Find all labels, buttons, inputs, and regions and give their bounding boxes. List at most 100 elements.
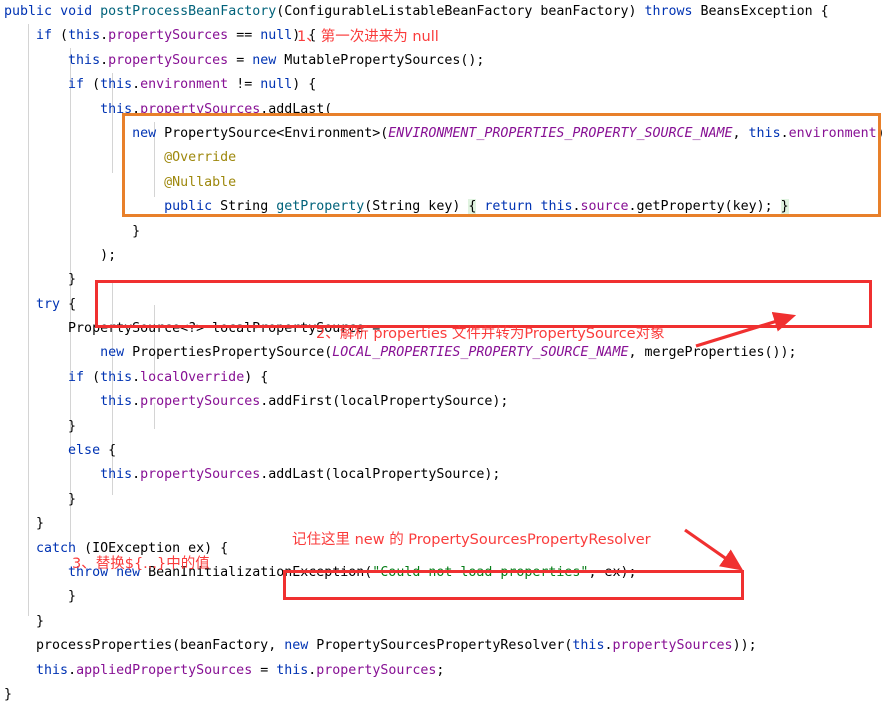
code-token: MutablePropertySources(); (276, 52, 485, 68)
code-token: { (60, 296, 77, 312)
code-token: propertySources (108, 52, 229, 68)
code-token: ); (100, 247, 117, 263)
code-token: new (284, 638, 309, 654)
code-token: . (132, 101, 141, 117)
code-token: .addLast( (260, 101, 333, 117)
code-token: getProperty (276, 199, 365, 215)
code-token: { (100, 443, 117, 459)
code-token: this (572, 638, 605, 654)
code-token: } (4, 686, 13, 702)
code-token: .getProperty(key); (628, 199, 781, 215)
code-token: else (68, 443, 101, 459)
code-line: } (0, 268, 889, 292)
code-token: appliedPropertySources (76, 662, 253, 678)
code-token: if (68, 369, 85, 385)
code-token: PropertySource<Environment>( (156, 125, 389, 141)
arrow-to-resolver-box (684, 528, 744, 571)
code-token: this (100, 369, 133, 385)
code-line: this.propertySources.addLast(localProper… (0, 463, 889, 487)
code-token: new (252, 52, 277, 68)
annotation-note-3: 3、替换${...}中的值 (72, 556, 210, 572)
code-token: void (60, 4, 93, 19)
code-token: null (260, 28, 293, 44)
code-line: new PropertySource<Environment>(ENVIRONM… (0, 122, 889, 146)
code-line: else { (0, 439, 889, 463)
code-token: BeansException { (692, 4, 829, 19)
annotation-note-2: 2、解析 properties 文件并转为PropertySource对象 (316, 326, 665, 342)
code-token: . (780, 125, 789, 141)
code-token: catch (36, 540, 77, 556)
code-token: . (100, 52, 109, 68)
code-token: propertySources (612, 638, 733, 654)
code-token: .addLast(localPropertySource); (260, 467, 501, 483)
code-token: ( (52, 28, 69, 44)
code-line: this.appliedPropertySources = this.prope… (0, 659, 889, 683)
code-token: return (484, 199, 533, 215)
code-token: .addFirst(localPropertySource); (260, 394, 509, 410)
code-token: } (68, 491, 77, 507)
code-token: LOCAL_PROPERTIES_PROPERTY_SOURCE_NAME (332, 345, 629, 361)
code-token: , (732, 125, 749, 141)
code-token: propertySources (316, 662, 437, 678)
code-line: } (0, 415, 889, 439)
code-line: this.propertySources.addFirst(localPrope… (0, 390, 889, 414)
code-line: } (0, 585, 889, 609)
code-token: == (228, 28, 261, 44)
code-token: } (68, 589, 77, 605)
code-token: localOverride (140, 369, 245, 385)
code-line: processProperties(beanFactory, new Prope… (0, 634, 889, 658)
code-token: @Override (164, 150, 237, 166)
code-line: @Override (0, 146, 889, 170)
code-token: this (36, 662, 69, 678)
code-token: new (100, 345, 125, 361)
code-token: this (748, 125, 781, 141)
code-token: public (164, 199, 213, 215)
code-token: . (132, 467, 141, 483)
code-token: } (36, 516, 45, 532)
code-token: this (68, 52, 101, 68)
code-token: = (228, 52, 253, 68)
code-token: throws (644, 4, 693, 19)
code-token: ) { (292, 77, 317, 93)
code-token: this (100, 394, 133, 410)
code-token: source (580, 199, 629, 215)
code-token: this (100, 467, 133, 483)
code-token: null (260, 77, 293, 93)
code-token: postProcessBeanFactory (100, 4, 277, 19)
code-token: . (68, 662, 77, 678)
code-line: @Nullable (0, 171, 889, 195)
code-line: public String getProperty(String key) { … (0, 195, 889, 219)
code-token: ENVIRONMENT_PROPERTIES_PROPERTY_SOURCE_N… (388, 125, 733, 141)
code-token: environment (788, 125, 877, 141)
code-token: (IOException ex) { (76, 540, 229, 556)
code-token: this (100, 101, 133, 117)
code-line: public void postProcessBeanFactory(Confi… (0, 0, 889, 24)
code-token: = (252, 662, 277, 678)
code-token: , ex); (588, 564, 637, 580)
code-token: } (68, 272, 77, 288)
code-token: )); (732, 638, 757, 654)
code-token: . (132, 369, 141, 385)
code-token: . (132, 77, 141, 93)
code-screenshot: public void postProcessBeanFactory(Confi… (0, 0, 889, 702)
code-token: this (100, 77, 133, 93)
code-token: (String key) (364, 199, 469, 215)
code-token: public (4, 4, 53, 19)
